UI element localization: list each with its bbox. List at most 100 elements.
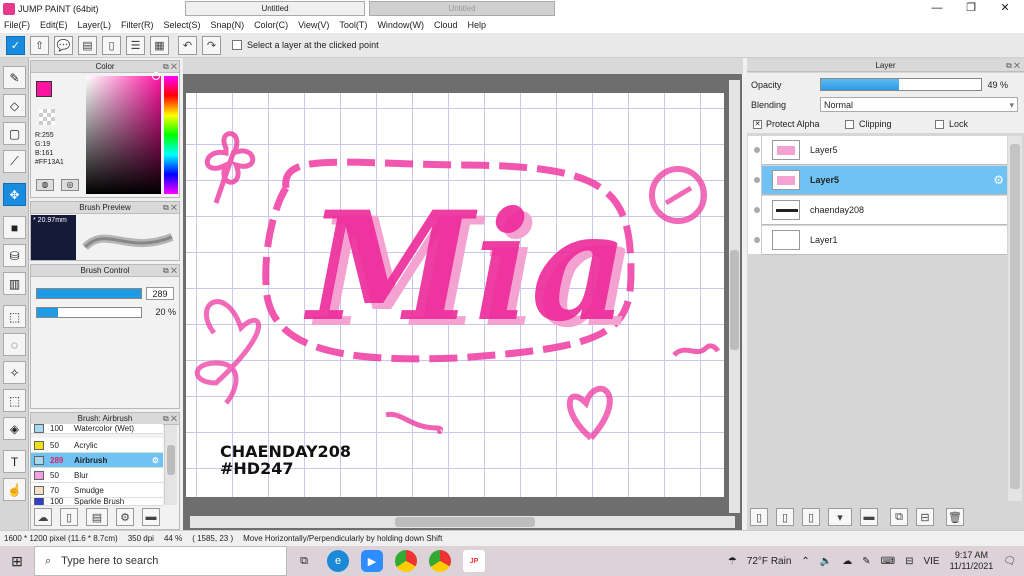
tab-untitled[interactable]: Untitled [369,1,555,16]
color-picker-icon[interactable]: ◎ [61,179,79,191]
brush-opacity-slider[interactable] [36,307,142,318]
saturation-value-picker[interactable] [86,76,161,194]
menu-help[interactable]: Help [467,20,486,30]
protect-alpha-checkbox[interactable]: ✕ [753,119,762,129]
brush-item[interactable]: 100 Watercolor (Wet) [31,424,163,434]
brush-size-slider[interactable] [36,288,142,299]
select-layer-checkbox[interactable] [232,40,242,50]
color-picker-handle[interactable] [152,72,160,80]
task-view-icon[interactable]: ⧉ [293,550,315,572]
brush-item[interactable]: 50 Acrylic [31,438,163,453]
duplicate-layer-icon[interactable]: ⧉ [890,508,908,526]
menu-edit[interactable]: Edit(E) [40,20,68,30]
close-button[interactable]: ✕ [988,0,1022,17]
select-eraser-tool-icon[interactable]: ◈ [3,417,26,440]
operation-tool-icon[interactable]: ☝ [3,478,26,501]
clipping-checkbox[interactable] [845,119,854,129]
lock-checkbox[interactable] [935,119,944,129]
keyboard-icon[interactable]: ⌨ [881,556,895,567]
undo-icon[interactable]: ↶ [178,35,197,55]
menu-view[interactable]: View(V) [298,20,329,30]
brush-folder-icon[interactable]: ▬ [142,508,160,526]
cloud-brush-icon[interactable]: ☁ [34,508,52,526]
taskbar-search[interactable]: ⌕ Type here to search [34,546,287,576]
tab-untitled-active[interactable]: Untitled [185,1,365,16]
brush-item-selected[interactable]: 289 Airbrush ⚙ [31,453,163,468]
new-vector-layer-icon[interactable]: ▯ [776,508,794,526]
brush-settings-icon[interactable]: ⚙ [116,508,134,526]
brush-item[interactable]: 70 Smudge [31,483,163,498]
delete-layer-icon[interactable]: 🗑 [946,508,964,526]
primary-color-swatch[interactable] [36,81,52,97]
pen-tool-icon[interactable]: ✎ [3,66,26,89]
new-text-layer-icon[interactable]: ▯ [802,508,820,526]
blending-select[interactable]: Normal ▾ [820,97,1018,112]
share-icon[interactable]: ⇧ [30,35,49,55]
windows-start-icon[interactable]: ⊞ [0,546,34,576]
edge-icon[interactable]: e [327,550,349,572]
text-tool-icon[interactable]: T [3,450,26,473]
menu-cloud[interactable]: Cloud [434,20,458,30]
document-icon[interactable]: ▯ [102,35,121,55]
merge-layer-icon[interactable]: ⊟ [916,508,934,526]
visibility-icon[interactable] [754,207,760,213]
cloud-check-icon[interactable]: ✓ [6,35,25,55]
visibility-icon[interactable] [754,147,760,153]
layer-row[interactable]: Layer5 [754,136,1007,165]
new-brush-icon[interactable]: ▯ [60,508,78,526]
notification-icon[interactable]: 🗨 [1003,556,1016,567]
minimize-button[interactable]: — [920,0,954,17]
brush-size-field[interactable]: 289 [146,287,174,300]
select-pen-tool-icon[interactable]: ⬚ [3,389,26,412]
gear-icon[interactable]: ⚙ [993,173,1004,187]
grid-icon[interactable]: ▦ [150,35,169,55]
layer-row-selected[interactable]: Layer5 ⚙ [754,166,1007,195]
volume-icon[interactable]: 🔈 [820,556,832,567]
pen-icon[interactable]: ✎ [862,556,870,567]
new-folder-icon[interactable]: ▬ [860,508,878,526]
brush-tool-icon[interactable]: ⟋ [3,150,26,173]
move-tool-icon[interactable]: ✥ [3,183,26,206]
clock[interactable]: 9:17 AM 11/11/2021 [950,550,994,572]
canvas-horizontal-scrollbar[interactable] [190,516,735,528]
layer-row[interactable]: Layer1 [754,226,1007,255]
hue-slider[interactable] [164,76,178,194]
visibility-icon[interactable] [754,237,760,243]
brush-list-scrollbar[interactable] [164,425,177,505]
palette-icon[interactable]: ◍ [36,179,54,191]
layer-list-scrollbar[interactable] [1008,136,1022,501]
fill-rect-tool-icon[interactable]: ■ [3,216,26,239]
shape-tool-icon[interactable]: ▢ [3,122,26,145]
list-icon[interactable]: ☰ [126,35,145,55]
bucket-tool-icon[interactable]: ⛁ [3,244,26,267]
brush-item[interactable]: 100 Sparkle Brush [31,498,163,506]
chrome-icon[interactable] [429,550,451,572]
menu-file[interactable]: File(F) [4,20,30,30]
gradient-tool-icon[interactable]: ▥ [3,272,26,295]
maximize-button[interactable]: ❐ [954,0,988,17]
comment-icon[interactable]: 💬 [54,35,73,55]
language-indicator[interactable]: VIE [923,556,939,567]
brush-menu-icon[interactable]: ▤ [86,508,108,526]
menu-tool[interactable]: Tool(T) [339,20,367,30]
chevron-up-icon[interactable]: ⌃ [801,556,809,567]
menu-layer[interactable]: Layer(L) [78,20,112,30]
transparent-swatch[interactable] [39,109,55,125]
lasso-tool-icon[interactable]: ◌ [3,333,26,356]
onedrive-icon[interactable]: ☁ [842,556,852,567]
input-icon[interactable]: ⊟ [905,556,913,567]
menu-window[interactable]: Window(W) [377,20,424,30]
layer-row[interactable]: chaenday208 [754,196,1007,225]
eraser-tool-icon[interactable]: ◇ [3,94,26,117]
menu-color[interactable]: Color(C) [254,20,288,30]
add-layer-menu-icon[interactable]: ▾ [828,508,852,526]
menu-snap[interactable]: Snap(N) [211,20,245,30]
jump-paint-taskbar-icon[interactable]: JP [463,550,485,572]
message-icon[interactable]: ▤ [78,35,97,55]
layer-opacity-slider[interactable] [820,78,982,91]
magic-wand-tool-icon[interactable]: ✧ [3,361,26,384]
rect-select-tool-icon[interactable]: ⬚ [3,305,26,328]
menu-select[interactable]: Select(S) [164,20,201,30]
new-layer-icon[interactable]: ▯ [750,508,768,526]
menu-filter[interactable]: Filter(R) [121,20,154,30]
